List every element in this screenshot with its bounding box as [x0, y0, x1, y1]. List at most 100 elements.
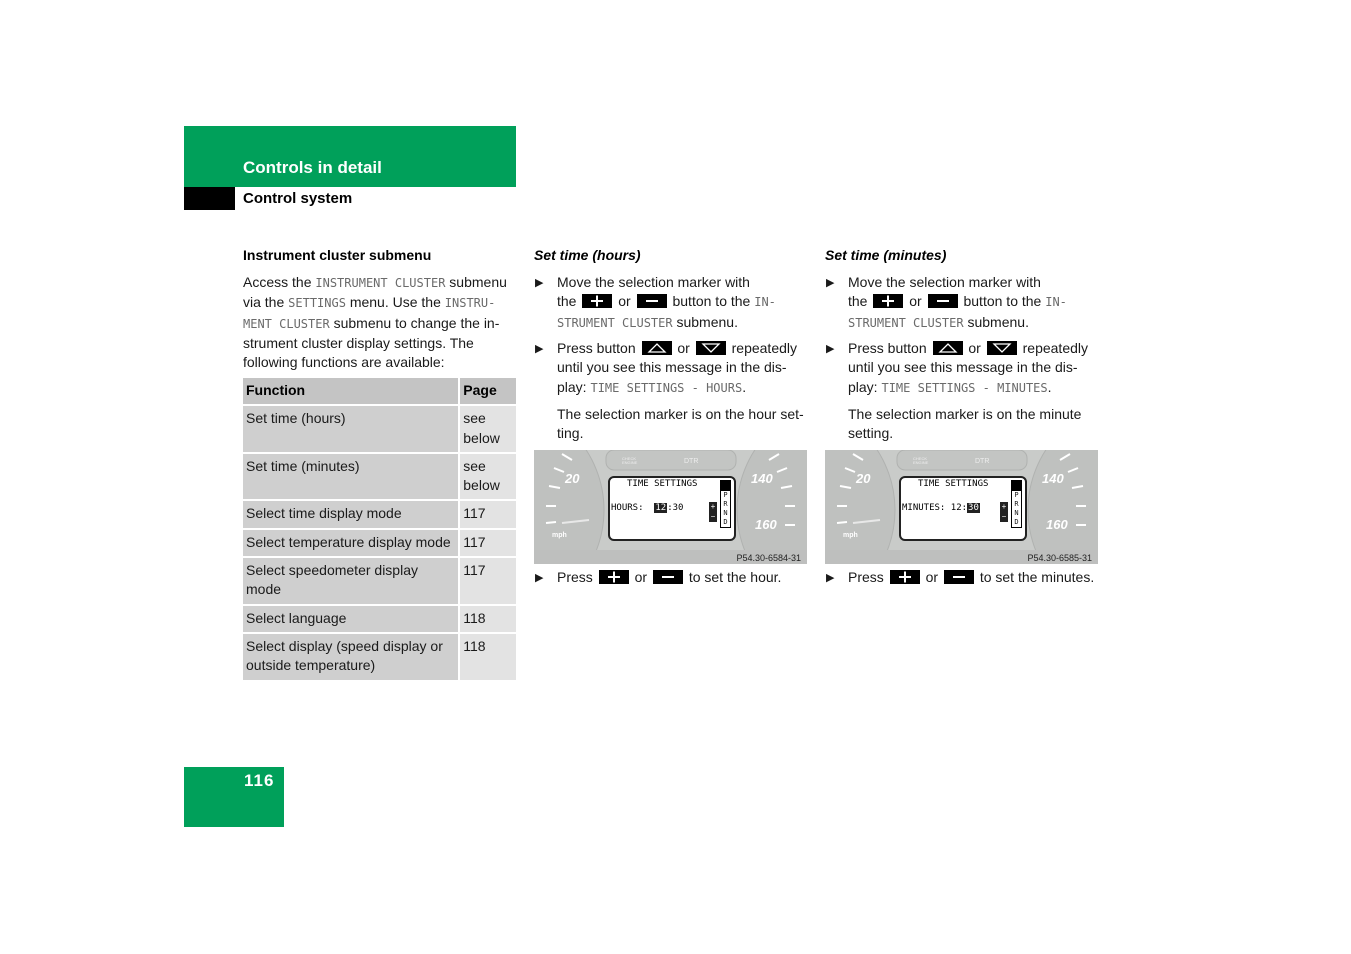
lcd-hours-selected: 12 — [654, 503, 668, 513]
gear: N — [723, 509, 728, 517]
function-cell: Set time (minutes) — [243, 453, 461, 502]
table-row: Set time (hours) see below — [243, 406, 516, 454]
step-mono: STRUMENT CLUSTER — [848, 315, 964, 330]
col3-step2: Press button or repeatedly until you see… — [848, 339, 1108, 398]
step-text: or — [634, 569, 648, 585]
note-text: The selection marker is on the hour set- — [557, 406, 804, 422]
header-page: Page — [460, 378, 516, 407]
minus-key-icon — [943, 570, 974, 584]
lcd-title: TIME SETTINGS — [627, 479, 698, 489]
col1-intro: Access the INSTRUMENT CLUSTER submenu vi… — [243, 273, 518, 372]
note-text: ting. — [557, 425, 584, 442]
step-text: . — [742, 378, 747, 395]
col3-step3: Press or to set the minutes. — [848, 568, 1108, 587]
function-cell: Select language — [243, 605, 461, 634]
bullet-icon: ▶ — [826, 343, 835, 355]
image-code: P54.30-6585-31 — [1027, 553, 1092, 563]
intro-text: Access the — [243, 274, 316, 290]
step-text: . — [1047, 378, 1052, 395]
intro-mono: SETTINGS — [288, 296, 346, 311]
speed-label: 160 — [1046, 517, 1068, 532]
table-row: Select time display mode 117 — [243, 501, 516, 530]
step-text: play: — [557, 378, 587, 395]
step-text: or — [968, 340, 981, 356]
plus-key-icon — [582, 294, 613, 309]
step-text: button to the — [963, 293, 1042, 310]
col3-step1: Move the selection marker with the or bu… — [848, 273, 1108, 333]
function-cell: Select time display mode — [243, 501, 461, 530]
step-mono: TIME SETTINGS - MINUTES — [881, 380, 1048, 395]
header-function: Function — [243, 378, 461, 407]
svg-text:DTR: DTR — [684, 458, 698, 465]
plus-minus-indicator: + − — [1000, 502, 1008, 522]
step-text: or — [925, 569, 939, 585]
cluster-display-minutes: CHECK ENGINE DTR 20 140 160 mph TIME SET… — [825, 450, 1098, 564]
minus-key-icon — [927, 294, 958, 309]
unit-label: mph — [843, 532, 858, 539]
table-header-row: Function Page — [243, 378, 516, 407]
step-text: to set the minutes. — [979, 569, 1095, 585]
col2-step3: Press or to set the hour. — [557, 568, 817, 587]
gear: R — [723, 500, 728, 508]
bullet-icon: ▶ — [535, 343, 544, 355]
up-arrow-key-icon — [641, 341, 672, 355]
speed-label: 140 — [751, 471, 773, 486]
function-cell: Select display (speed display or outside… — [243, 633, 461, 682]
speed-label: 140 — [1042, 471, 1064, 486]
step-mono: STRUMENT CLUSTER — [557, 315, 673, 330]
intro-text: strument cluster display settings. The — [243, 334, 474, 351]
page-cell: 118 — [460, 633, 516, 682]
minus-key-icon — [636, 294, 667, 309]
step-mono: IN- — [754, 295, 776, 310]
gear: P — [723, 491, 728, 499]
intro-mono: INSTRU- — [444, 296, 496, 311]
table-row: Select speedometer display mode 117 — [243, 558, 516, 606]
chapter-title: Controls in detail — [243, 158, 382, 177]
col2-step2: Press button or repeatedly until you see… — [557, 339, 817, 398]
lcd-screen: TIME SETTINGS MINUTES: 12:30 + − PRND — [899, 476, 1027, 541]
note-text: The selection marker is on the minute — [848, 406, 1082, 422]
col1-heading: Instrument cluster submenu — [243, 247, 432, 263]
intro-mono: MENT CLUSTER — [243, 316, 330, 331]
plus-key-icon — [598, 570, 629, 584]
speed-label: 20 — [856, 471, 871, 486]
svg-text:DTR: DTR — [975, 458, 989, 465]
step-text: or — [677, 340, 690, 356]
gear: R — [1014, 500, 1019, 508]
lcd-title: TIME SETTINGS — [918, 479, 989, 489]
plus-key-icon — [889, 570, 920, 584]
step-text: play: — [848, 378, 878, 395]
bullet-icon: ▶ — [826, 572, 835, 584]
function-cell: Select temperature display mode — [243, 529, 461, 559]
col2-heading: Set time (hours) — [534, 247, 641, 263]
step-text: repeatedly — [1022, 340, 1089, 356]
step-text: Move the selection marker with — [557, 274, 750, 290]
lcd-screen: TIME SETTINGS HOURS: 12:30 + − PRND — [608, 476, 736, 541]
gear: N — [1014, 509, 1019, 517]
step-text: repeatedly — [731, 340, 798, 356]
lcd-label: MINUTES: — [902, 503, 946, 513]
plus-minus-indicator: + − — [709, 502, 717, 522]
lcd-minutes-selected: 30 — [967, 503, 980, 513]
function-cell: Set time (hours) — [243, 406, 461, 454]
step-text: button to the — [672, 293, 751, 310]
col3-heading: Set time (minutes) — [825, 247, 947, 263]
page-number: 116 — [244, 771, 275, 790]
step-text: submenu. — [967, 313, 1029, 330]
plus-key-icon — [873, 294, 904, 309]
intro-mono: INSTRUMENT CLUSTER — [315, 276, 446, 290]
step-text: or — [909, 293, 922, 310]
gear: D — [723, 518, 728, 526]
step-text: the — [557, 293, 577, 310]
gear: D — [1014, 518, 1019, 526]
table-row: Select display (speed display or outside… — [243, 633, 516, 682]
step-text: Press — [557, 569, 593, 585]
step-text: the — [848, 293, 868, 310]
gear-indicator: PRND — [720, 480, 731, 528]
gear: P — [1014, 491, 1019, 499]
step-text: Press — [848, 569, 884, 585]
page-cell: 117 — [460, 529, 516, 559]
table-row: Select language 118 — [243, 605, 516, 634]
step-text: to set the hour. — [688, 569, 782, 585]
table-row: Set time (minutes) see below — [243, 453, 516, 502]
